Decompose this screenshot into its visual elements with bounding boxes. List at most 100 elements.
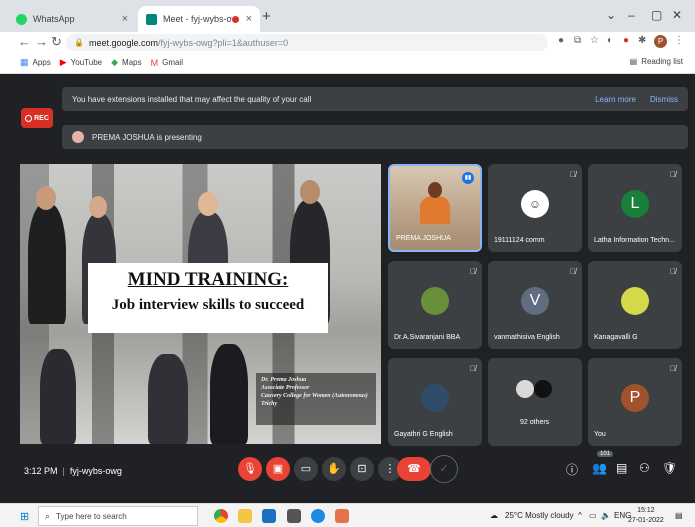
participant-tile[interactable]: 🎙̸ Kanagavalli G: [588, 261, 682, 349]
extension-icon[interactable]: ◐: [607, 35, 613, 46]
address-bar[interactable]: 🔒 meet.google.com/fyj-wybs-owg?pli=1&aut…: [66, 34, 548, 51]
slide-title: MIND TRAINING:: [127, 269, 289, 290]
slide-photo-person: [28, 204, 66, 324]
clock-time: 15:12: [637, 507, 655, 514]
participant-tile-prema-joshua[interactable]: ▮▮ PREMA JOSHUA: [388, 164, 482, 252]
credit-line: Trichy: [261, 401, 278, 407]
participant-name: You: [594, 431, 606, 438]
meeting-code[interactable]: fyj-wybs-owg: [70, 466, 122, 476]
participant-tile[interactable]: 🎙̸ L Latha Information Techn...: [588, 164, 682, 252]
rec-label: REC: [34, 114, 49, 122]
tab-whatsapp[interactable]: WhatsApp ×: [8, 6, 136, 32]
meet-stage: You have extensions installed that may a…: [0, 75, 695, 495]
chat-icon[interactable]: ▤: [616, 461, 627, 475]
participant-tile[interactable]: 🎙̸ ☺ 19111124 comm: [488, 164, 582, 252]
host-controls-icon[interactable]: 🛡: [662, 461, 677, 475]
speaking-indicator-icon: ▮▮: [462, 172, 474, 184]
windows-start-icon[interactable]: ⊞: [20, 510, 29, 523]
close-tab-icon[interactable]: ×: [122, 13, 128, 25]
volume-icon[interactable]: 🔈: [601, 511, 611, 520]
participant-avatar: [421, 287, 449, 315]
slide-photo-head: [198, 192, 218, 216]
participant-count-badge: 101: [597, 451, 614, 457]
reload-button[interactable]: ↻: [51, 34, 62, 50]
captions-button[interactable]: ▭: [294, 457, 318, 481]
camera-in-use-icon[interactable]: ●: [558, 35, 564, 46]
maps-icon: ◆: [111, 57, 119, 67]
weather-text[interactable]: 25°C Mostly cloudy: [505, 511, 574, 520]
active-app-icon[interactable]: [335, 509, 349, 523]
participant-name: 92 others: [520, 419, 550, 426]
camera-app-icon[interactable]: [287, 509, 301, 523]
close-window-button[interactable]: ✕: [672, 8, 682, 22]
participant-tile[interactable]: 🎙̸ Gayathri G English: [388, 358, 482, 446]
extensions-puzzle-icon[interactable]: ✱: [638, 35, 646, 46]
learn-more-link[interactable]: Learn more: [595, 95, 636, 104]
others-avatar: [516, 380, 534, 398]
participant-tile[interactable]: 🎙̸ Dr.A.Sivaranjani BBA: [388, 261, 482, 349]
new-tab-button[interactable]: +: [262, 8, 271, 25]
participant-tile[interactable]: 🎙̸ V vanmathisiva English: [488, 261, 582, 349]
minimize-button[interactable]: –: [628, 8, 635, 22]
bookmark-star-icon[interactable]: ☆: [590, 35, 599, 46]
tab-label: Meet - fyj-wybs-owg: [163, 14, 232, 24]
install-app-icon[interactable]: ⧉: [574, 35, 581, 46]
network-icon[interactable]: ▭: [589, 511, 597, 520]
activities-icon[interactable]: ⚇: [639, 461, 650, 475]
back-button[interactable]: ←: [18, 34, 31, 50]
participant-name: vanmathisiva English: [494, 334, 560, 341]
slide-photo-head: [89, 196, 107, 218]
extension-warning-banner: You have extensions installed that may a…: [62, 87, 688, 111]
presenter-avatar: [72, 131, 84, 143]
participant-avatar: [621, 287, 649, 315]
maximize-button[interactable]: ▢: [651, 8, 662, 22]
reading-list-label: Reading list: [641, 57, 683, 66]
raise-hand-button[interactable]: ✋: [322, 457, 346, 481]
participant-video: [420, 182, 450, 224]
presenting-text: PREMA JOSHUA is presenting: [92, 132, 202, 142]
bookmark-gmail[interactable]: M Gmail: [151, 58, 183, 68]
taskbar-search-box[interactable]: ⌕ Type here to search: [38, 506, 198, 526]
gmail-icon: M: [150, 57, 159, 68]
presentation-slide: MIND TRAINING: Job interview skills to s…: [20, 164, 381, 444]
bookmark-youtube[interactable]: ▶ YouTube: [60, 57, 102, 68]
slide-title-box: MIND TRAINING: Job interview skills to s…: [88, 263, 328, 333]
forward-button[interactable]: →: [35, 34, 48, 50]
tab-search-icon[interactable]: ⌄: [606, 8, 616, 22]
extension-red-icon[interactable]: ●: [623, 35, 629, 46]
file-explorer-icon[interactable]: [238, 509, 252, 523]
bookmark-maps[interactable]: ◆ Maps: [111, 57, 141, 68]
system-clock[interactable]: 15:12 27-01-2022: [628, 506, 664, 526]
menu-kebab-icon[interactable]: ⋮: [674, 35, 684, 46]
mic-off-button[interactable]: 🎙: [238, 457, 262, 481]
store-icon[interactable]: [262, 509, 276, 523]
others-avatar: [534, 380, 552, 398]
notifications-icon[interactable]: ▤: [675, 511, 683, 520]
activities-button[interactable]: ✓: [430, 455, 458, 483]
reading-list-button[interactable]: ▤ Reading list: [630, 57, 683, 66]
participant-avatar: V: [521, 287, 549, 315]
edge-icon[interactable]: [311, 509, 325, 523]
tray-chevron-icon[interactable]: ^: [578, 511, 582, 520]
camera-off-button[interactable]: ▣: [266, 457, 290, 481]
close-tab-icon[interactable]: ×: [246, 13, 252, 25]
apps-grid-icon: ▦: [20, 57, 29, 67]
presenting-bar[interactable]: PREMA JOSHUA is presenting: [62, 125, 688, 149]
present-now-button[interactable]: ⊡: [350, 457, 374, 481]
participant-tile-self[interactable]: 🎙̸ P You: [588, 358, 682, 446]
dismiss-button[interactable]: Dismiss: [650, 95, 678, 104]
recording-indicator-icon: [231, 15, 239, 23]
leave-call-button[interactable]: ☎: [397, 457, 431, 481]
chrome-icon[interactable]: [214, 509, 228, 523]
bookmark-apps[interactable]: ▦ Apps: [20, 57, 51, 68]
participant-tile-others[interactable]: 92 others: [488, 358, 582, 446]
slide-subtitle: Job interview skills to succeed: [111, 297, 305, 313]
participant-avatar: L: [621, 190, 649, 218]
bookmark-label: Gmail: [162, 58, 183, 67]
participant-name: 19111124 comm: [494, 237, 545, 244]
meeting-details-icon[interactable]: ⓘ: [566, 461, 578, 478]
mic-off-icon: 🎙̸: [670, 170, 676, 179]
profile-avatar[interactable]: P: [654, 35, 667, 48]
tab-meet[interactable]: Meet - fyj-wybs-owg ×: [138, 6, 260, 32]
people-icon[interactable]: 👥: [592, 461, 607, 475]
